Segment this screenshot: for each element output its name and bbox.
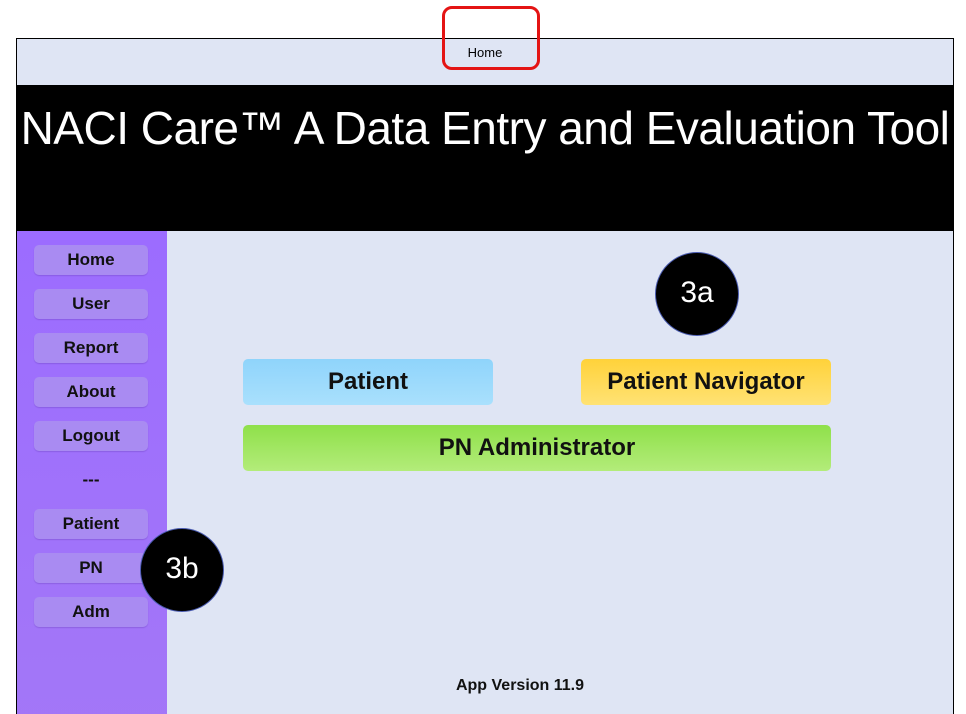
patient-button[interactable]: Patient [243, 359, 493, 405]
sidebar-item-pn[interactable]: PN [34, 553, 148, 583]
callout-3a: 3a [655, 252, 739, 336]
patient-navigator-button[interactable]: Patient Navigator [581, 359, 831, 405]
sidebar-item-patient[interactable]: Patient [34, 509, 148, 539]
sidebar-item-home[interactable]: Home [34, 245, 148, 275]
sidebar-item-logout[interactable]: Logout [34, 421, 148, 451]
sidebar-item-user[interactable]: User [34, 289, 148, 319]
sidebar-item-adm[interactable]: Adm [34, 597, 148, 627]
sidebar-item-report[interactable]: Report [34, 333, 148, 363]
callout-3b: 3b [140, 528, 224, 612]
sidebar-separator: --- [82, 470, 100, 489]
sidebar-item-about[interactable]: About [34, 377, 148, 407]
page-banner: NACI Care™ A Data Entry and Evaluation T… [17, 85, 953, 231]
sidebar: Home User Report About Logout --- Patien… [17, 231, 167, 714]
highlight-annotation-box [442, 6, 540, 70]
app-window: Home NACI Care™ A Data Entry and Evaluat… [16, 38, 954, 714]
banner-title: NACI Care™ A Data Entry and Evaluation T… [20, 102, 950, 154]
app-version-label: App Version 11.9 [455, 677, 585, 694]
pn-administrator-button[interactable]: PN Administrator [243, 425, 831, 471]
